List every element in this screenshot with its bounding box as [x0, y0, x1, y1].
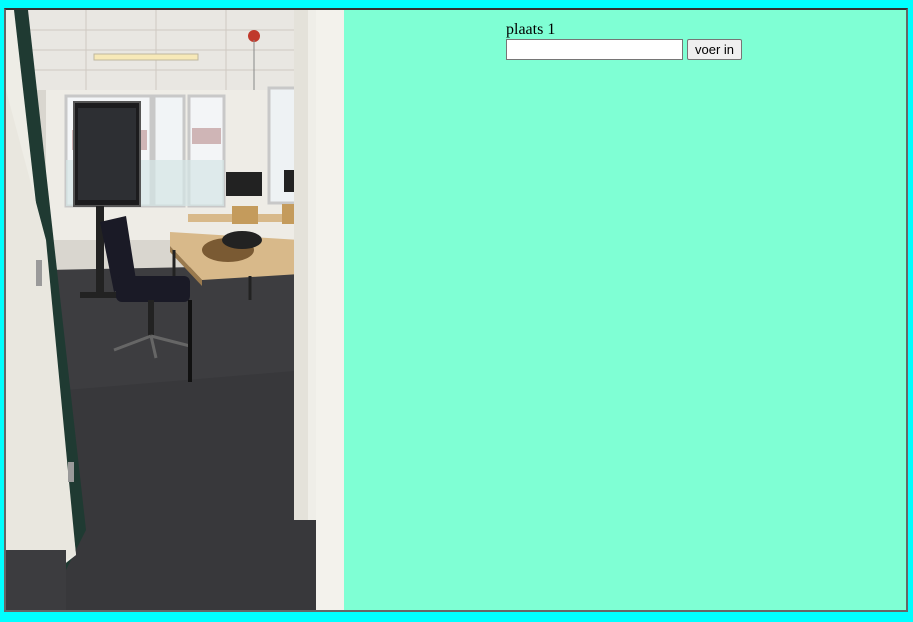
content-frame: plaats 1 voer in	[4, 8, 908, 612]
submit-button[interactable]: voer in	[687, 39, 743, 60]
place-input[interactable]	[506, 39, 683, 60]
page: plaats 1 voer in	[0, 0, 913, 622]
entry-form: plaats 1 voer in	[506, 21, 743, 60]
place-label: plaats 1	[506, 21, 556, 38]
form-row: voer in	[506, 39, 743, 60]
classroom-photo	[6, 10, 344, 610]
